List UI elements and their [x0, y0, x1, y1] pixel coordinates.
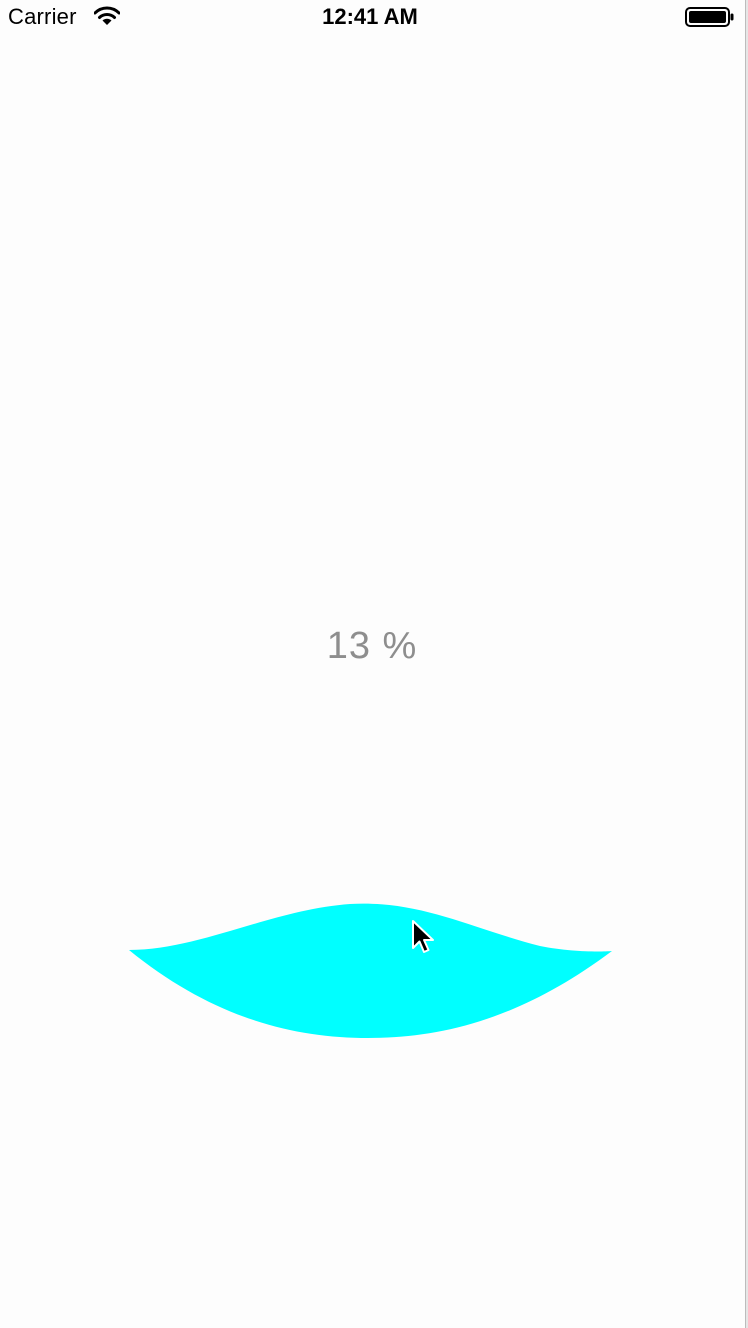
wave-fill-shape: [129, 903, 612, 1038]
app-screen: Carrier 12:41 AM 13 %: [0, 0, 748, 1328]
mouse-pointer-icon: [412, 920, 434, 953]
